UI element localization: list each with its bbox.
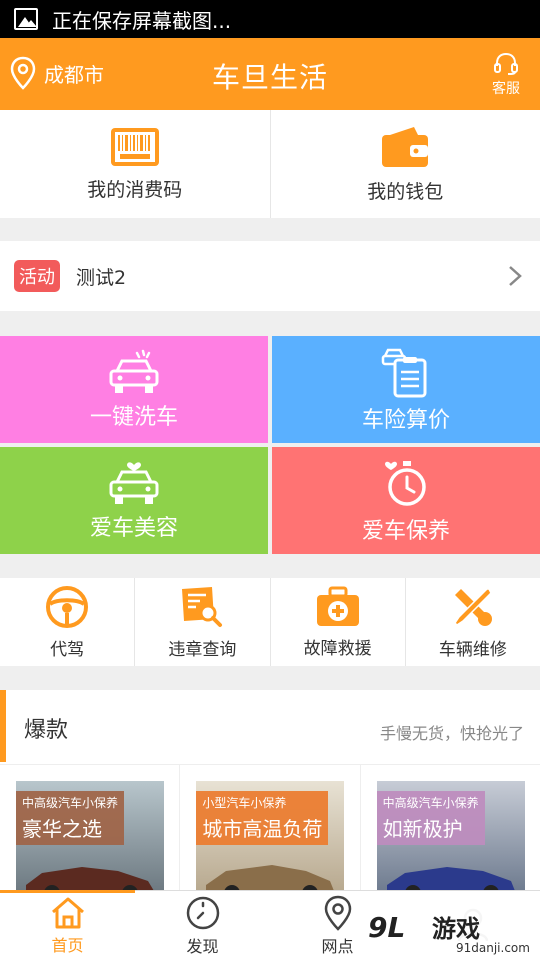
steering-wheel-icon	[46, 585, 89, 628]
section-accent-bar	[0, 690, 6, 762]
app-header: 成都市 车旦生活 客服	[0, 38, 540, 110]
watermark-brand: 游戏	[432, 915, 480, 943]
activity-bar[interactable]: 活动 测试2	[0, 241, 540, 311]
section-title: 爆款	[24, 718, 69, 743]
service-label: 客服	[492, 81, 520, 97]
status-text: 正在保存屏幕截图...	[52, 8, 232, 33]
location-pin-icon	[324, 895, 351, 931]
tile-label: 车险算价	[361, 407, 450, 433]
activity-tag: 活动	[14, 260, 60, 292]
service-label: 代驾	[50, 639, 85, 660]
wrench-screwdriver-icon	[453, 587, 492, 626]
section-subtitle: 手慢无货，快抢光了	[379, 724, 524, 743]
car-image	[386, 867, 515, 890]
chevron-right-icon	[509, 266, 522, 286]
tile-label: 一键洗车	[89, 404, 178, 430]
product-label: 小型汽车小保养 城市高温负荷	[196, 791, 329, 845]
quick-label: 我的钱包	[367, 180, 444, 203]
product-label: 中高级汽车小保养 如新极护	[376, 791, 485, 845]
stopwatch-heart-icon	[385, 460, 426, 506]
quick-actions: 我的消费码 我的钱包	[0, 110, 540, 218]
product-image: 小型汽车小保养 城市高温负荷	[196, 781, 345, 890]
watermark-logo: 9L	[368, 911, 406, 944]
service-label: 故障救援	[303, 638, 372, 659]
search-document-icon	[182, 586, 223, 627]
my-wallet-button[interactable]: 我的钱包	[269, 110, 540, 218]
quick-label: 我的消费码	[87, 178, 183, 201]
car-maintenance-tile[interactable]: 爱车保养	[272, 447, 540, 554]
nav-home[interactable]: 首页	[0, 890, 135, 960]
breakdown-rescue-button[interactable]: 故障救援	[269, 578, 405, 666]
insurance-clipboard-icon	[381, 348, 427, 397]
car-wash-icon	[109, 349, 159, 393]
product-card[interactable]: 小型汽车小保养 城市高温负荷	[179, 765, 359, 890]
car-beauty-tile[interactable]: 爱车美容	[0, 447, 268, 554]
product-image: 中高级汽车小保养 如新极护	[376, 781, 525, 890]
one-click-car-wash-tile[interactable]: 一键洗车	[0, 336, 268, 443]
car-heart-icon	[109, 461, 159, 504]
designated-driver-button[interactable]: 代驾	[0, 578, 134, 666]
product-image: 中高级汽车小保养 豪华之选	[16, 781, 164, 890]
product-card[interactable]: 中高级汽车小保养 如新极护	[359, 765, 540, 890]
watermark-site: 91danji.com	[456, 941, 530, 955]
nav-discover[interactable]: 发现	[135, 891, 270, 960]
product-line2: 城市高温负荷	[202, 817, 323, 841]
compass-icon	[186, 896, 219, 929]
product-label: 中高级汽车小保养 豪华之选	[16, 791, 125, 845]
wallet-icon	[382, 126, 429, 167]
product-line2: 豪华之选	[22, 817, 102, 841]
nav-label: 首页	[51, 935, 84, 955]
nav-label: 网点	[321, 936, 354, 956]
car-image	[26, 867, 154, 890]
tile-label: 爱车保养	[361, 518, 450, 544]
watermark: 9L 游戏 91danji.com	[362, 905, 540, 960]
activity-text: 测试2	[76, 266, 127, 289]
service-label: 车辆维修	[438, 639, 507, 660]
product-card[interactable]: 中高级汽车小保养 豪华之选	[0, 765, 179, 890]
barcode-icon	[110, 127, 159, 166]
vehicle-repair-button[interactable]: 车辆维修	[404, 578, 540, 666]
product-line1: 中高级汽车小保养	[382, 796, 479, 810]
car-image	[206, 865, 334, 890]
headset-icon	[494, 52, 518, 75]
insurance-quote-tile[interactable]: 车险算价	[272, 336, 540, 443]
product-line2: 如新极护	[382, 817, 463, 841]
service-row: 代驾 违章查询 故障救援 车辆维修	[0, 578, 540, 666]
status-bar: 正在保存屏幕截图...	[0, 0, 540, 38]
image-icon	[14, 8, 38, 30]
app-title: 车旦生活	[211, 61, 328, 94]
violation-query-button[interactable]: 违章查询	[134, 578, 269, 666]
customer-service-button[interactable]: 客服	[492, 52, 520, 98]
product-list: 中高级汽车小保养 豪华之选 小型汽车小保养 城市高温负荷 中高级汽车小保养 如新…	[0, 764, 540, 890]
my-consumption-code-button[interactable]: 我的消费码	[0, 110, 270, 218]
product-line1: 小型汽车小保养	[202, 796, 287, 810]
nav-label: 发现	[186, 936, 219, 956]
service-label: 违章查询	[168, 639, 237, 660]
product-line1: 中高级汽车小保养	[22, 796, 119, 810]
tile-label: 爱车美容	[89, 515, 178, 541]
hot-products-section: 爆款 手慢无货，快抢光了 中高级汽车小保养 豪华之选 小型汽车小保养 城市高温负…	[0, 690, 540, 890]
first-aid-kit-icon	[316, 586, 359, 626]
home-icon	[51, 897, 84, 928]
